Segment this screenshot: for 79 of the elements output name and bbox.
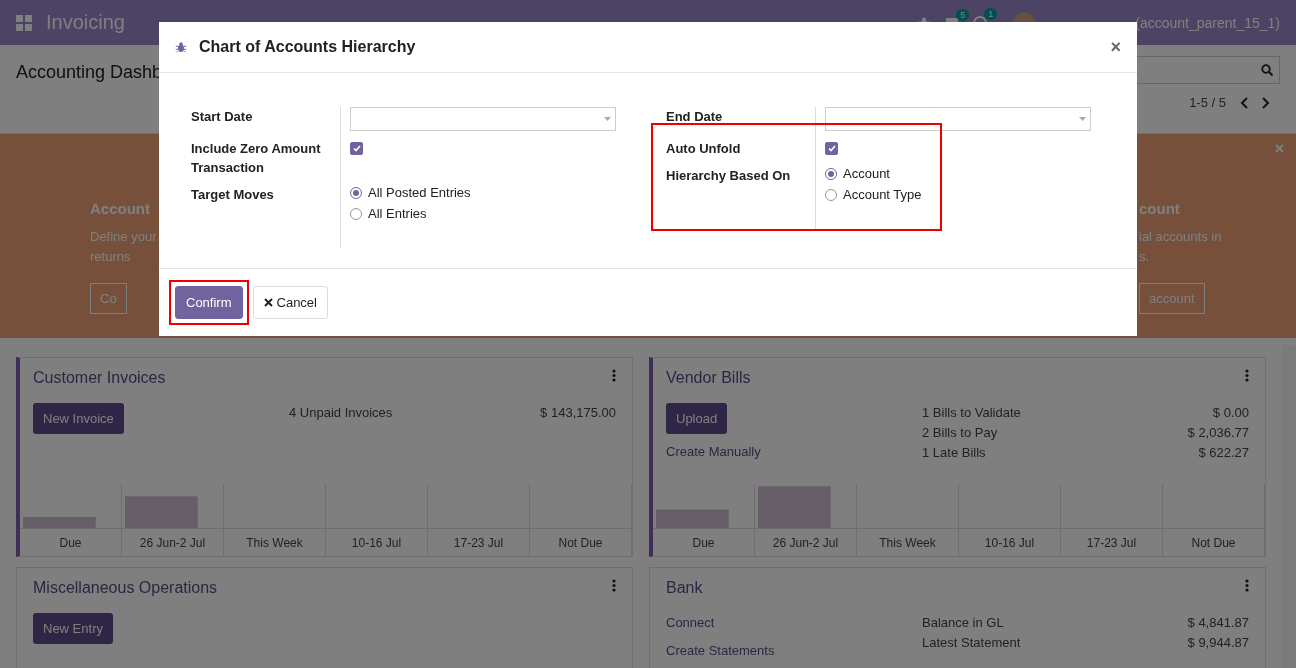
- action-button[interactable]: New Entry: [33, 613, 113, 644]
- action-link[interactable]: Connect: [666, 613, 715, 633]
- stat-value: $ 622.27: [1198, 444, 1249, 462]
- card-title: Customer Invoices: [33, 369, 166, 387]
- field-label: Include Zero Amount Transaction: [191, 139, 341, 185]
- checkbox[interactable]: [825, 142, 838, 155]
- radio-button[interactable]: [825, 188, 837, 201]
- axis-label: 26 Jun-2 Jul: [122, 528, 223, 556]
- axis-label: 17-23 Jul: [428, 528, 529, 556]
- stat-value: $ 0.00: [1212, 404, 1249, 422]
- search-icon[interactable]: [1261, 64, 1273, 76]
- kebab-menu-icon[interactable]: [1245, 369, 1249, 382]
- radio-button[interactable]: [350, 207, 362, 220]
- stat-label[interactable]: Balance in GL: [922, 613, 1188, 633]
- bug-icon[interactable]: [175, 41, 187, 53]
- action-button[interactable]: New Invoice: [33, 403, 124, 434]
- stat-value: $ 2,036.77: [1187, 424, 1249, 442]
- banner-title: Account: [90, 200, 150, 217]
- next-icon[interactable]: [1262, 96, 1270, 109]
- radio-option[interactable]: Account Type: [825, 187, 940, 202]
- field-label: Start Date: [191, 107, 341, 139]
- action-link[interactable]: Create Manually: [666, 442, 761, 462]
- axis-label: 10-16 Jul: [326, 528, 427, 556]
- pager-text: 1-5 / 5: [1189, 95, 1226, 110]
- axis-label: 10-16 Jul: [959, 528, 1060, 556]
- radio-button[interactable]: [350, 186, 362, 199]
- axis-label: This Week: [224, 528, 325, 556]
- axis-label: Not Due: [530, 528, 631, 556]
- banner-title: count: [1139, 200, 1180, 217]
- close-icon: [263, 298, 273, 307]
- stat-value: $ 143,175.00: [540, 404, 616, 422]
- radio-label: Account Type: [843, 187, 922, 202]
- kebab-menu-icon[interactable]: [612, 369, 616, 382]
- caret-icon: [604, 117, 611, 121]
- card-title: Bank: [666, 579, 703, 597]
- action-link[interactable]: Create Statements: [666, 641, 775, 661]
- dialog-title: Chart of Accounts Hierarchy: [199, 38, 416, 56]
- stat-label[interactable]: Latest Statement: [922, 633, 1188, 653]
- banner-text: s.: [1139, 248, 1150, 266]
- field-label: Hierarchy Based On: [666, 166, 816, 229]
- stat-label[interactable]: 4 Unpaid Invoices: [289, 403, 541, 423]
- radio-button[interactable]: [825, 167, 837, 180]
- stat-label[interactable]: 1 Bills to Validate: [922, 403, 1188, 423]
- axis-label: Not Due: [1163, 528, 1264, 556]
- radio-label: All Entries: [368, 206, 427, 221]
- caret-icon: [1079, 117, 1086, 121]
- field-label: End Date: [666, 107, 816, 139]
- field-label: Auto Unfold: [666, 139, 816, 166]
- card-title: Vendor Bills: [666, 369, 751, 387]
- radio-option[interactable]: All Entries: [350, 206, 630, 221]
- close-button[interactable]: ×: [1110, 36, 1121, 58]
- field-label: Target Moves: [191, 185, 341, 248]
- kebab-menu-icon[interactable]: [612, 579, 616, 592]
- axis-label: 26 Jun-2 Jul: [755, 528, 856, 556]
- banner-text: Define your: [90, 228, 157, 246]
- banner-text: returns: [90, 248, 131, 266]
- checkbox[interactable]: [350, 142, 363, 155]
- kebab-menu-icon[interactable]: [1245, 579, 1249, 592]
- action-button[interactable]: Upload: [666, 403, 728, 434]
- cancel-button[interactable]: Cancel: [252, 286, 328, 319]
- count-badge: 1: [984, 7, 998, 20]
- radio-option[interactable]: All Posted Entries: [350, 185, 630, 200]
- stat-label[interactable]: 1 Late Bills: [922, 443, 1188, 463]
- radio-label: All Posted Entries: [368, 185, 471, 200]
- stat-value: $ 4,841.87: [1187, 614, 1249, 632]
- stat-label[interactable]: 2 Bills to Pay: [922, 423, 1188, 443]
- card-title: Miscellaneous Operations: [33, 579, 218, 597]
- stat-value: $ 9,944.87: [1187, 634, 1249, 652]
- axis-label: Due: [20, 528, 121, 556]
- count-badge: 5: [956, 8, 970, 21]
- radio-option[interactable]: Account: [825, 166, 940, 181]
- date-field[interactable]: [350, 107, 616, 131]
- date-field[interactable]: [825, 107, 1091, 131]
- axis-label: This Week: [857, 528, 958, 556]
- radio-label: Account: [843, 166, 890, 181]
- confirm-button[interactable]: Confirm: [175, 286, 243, 319]
- axis-label: 17-23 Jul: [1061, 528, 1162, 556]
- previous-icon[interactable]: [1240, 96, 1248, 109]
- axis-label: Due: [653, 528, 754, 556]
